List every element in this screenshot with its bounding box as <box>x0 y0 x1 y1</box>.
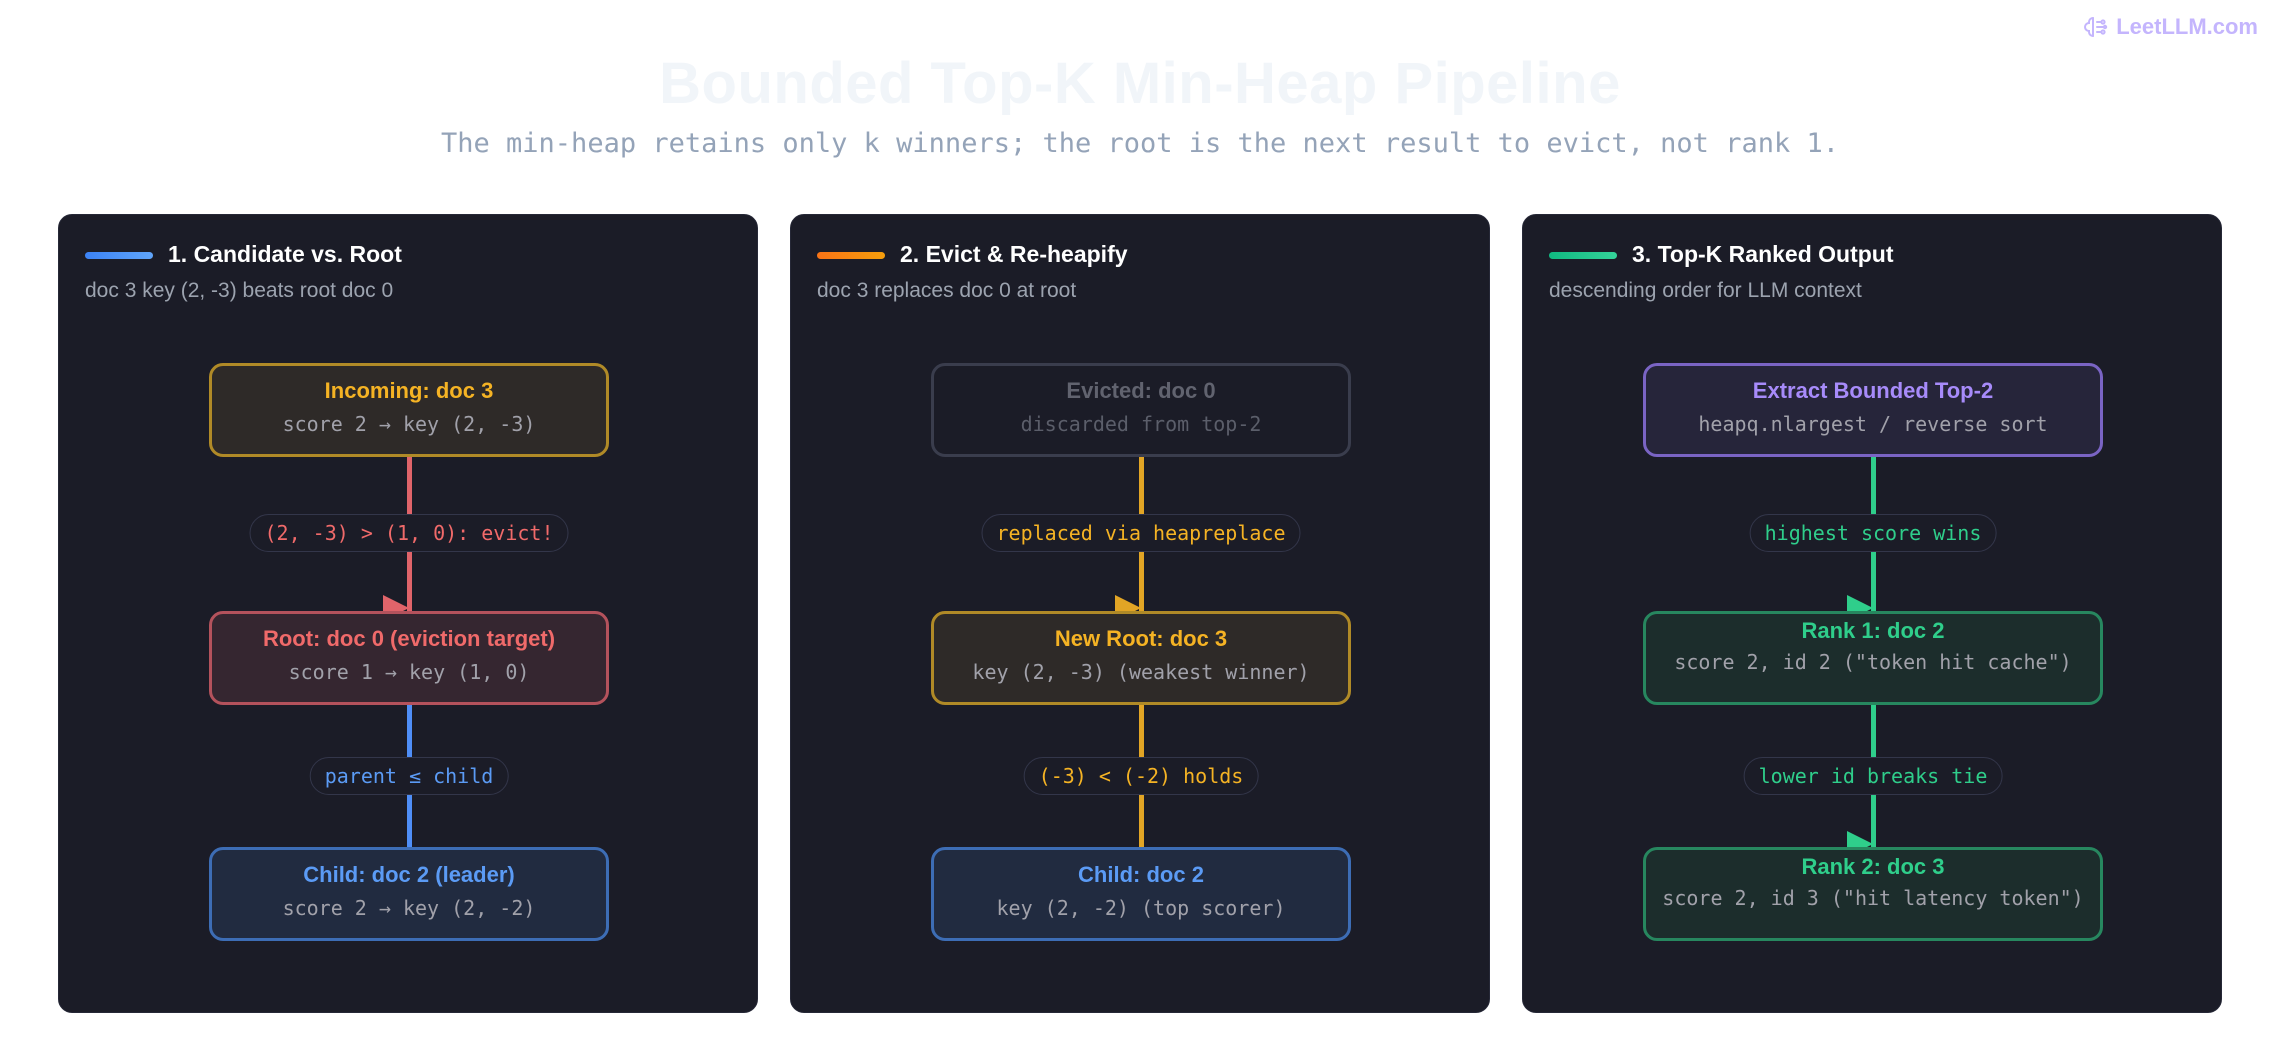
panel-evict-reheapify: 2. Evict & Re-heapify doc 3 replaces doc… <box>790 214 1490 1013</box>
node-subtitle: score 2 → key (2, -3) <box>282 412 536 436</box>
node-title: Evicted: doc 0 <box>1066 378 1216 403</box>
brand-logo[interactable]: LeetLLM.com <box>2084 14 2258 40</box>
new-root-node[interactable]: New Root: doc 3 key (2, -3) (weakest winn… <box>931 611 1351 705</box>
node-title: Child: doc 2 <box>1078 862 1204 887</box>
node-title: Incoming: doc 3 <box>324 378 494 403</box>
rank-2-node[interactable]: Rank 2: doc 3 score 2, id 3 ("hit latency… <box>1643 847 2103 941</box>
node-subtitle: heapq.nlargest / reverse sort <box>1698 412 2048 436</box>
root-node[interactable]: Root: doc 0 (eviction target) score 1 → k… <box>209 611 609 705</box>
extract-node[interactable]: Extract Bounded Top-2 heapq.nlargest / re… <box>1643 363 2103 457</box>
flow-diagram: highest score wins lower id breaks tie Ext… <box>1523 215 2223 1014</box>
brain-circuit-icon <box>2084 17 2108 37</box>
edge-label: (2, -3) > (1, 0): evict! <box>249 514 569 552</box>
page-subtitle: The min-heap retains only k winners; the… <box>441 128 1839 159</box>
node-title: Child: doc 2 (leader) <box>303 862 515 887</box>
panel-candidate-vs-root: 1. Candidate vs. Root doc 3 key (2, -3) … <box>58 214 758 1013</box>
flow-diagram: (2, -3) > (1, 0): evict! parent ≤ child In… <box>59 215 759 1014</box>
node-title: Rank 2: doc 3 <box>1801 854 1945 879</box>
node-subtitle: score 2, id 2 ("token hit cache") <box>1674 650 2072 674</box>
incoming-node[interactable]: Incoming: doc 3 score 2 → key (2, -3) <box>209 363 609 457</box>
node-subtitle: key (2, -2) (top scorer) <box>996 896 1286 920</box>
child-node[interactable]: Child: doc 2 (leader) score 2 → key (2, -… <box>209 847 609 941</box>
edge-label: lower id breaks tie <box>1743 757 2003 795</box>
flow-diagram: replaced via heapreplace (-3) < (-2) hold… <box>791 215 1491 1014</box>
edge-label: highest score wins <box>1749 514 1997 552</box>
node-title: Rank 1: doc 2 <box>1801 618 1945 643</box>
page-title: Bounded Top-K Min-Heap Pipeline <box>659 51 1621 116</box>
evicted-node[interactable]: Evicted: doc 0 discarded from top-2 <box>931 363 1351 457</box>
child-node[interactable]: Child: doc 2 key (2, -2) (top scorer) <box>931 847 1351 941</box>
edge-label: parent ≤ child <box>309 757 509 795</box>
node-subtitle: discarded from top-2 <box>1020 412 1262 436</box>
node-subtitle: score 2, id 3 ("hit latency token") <box>1662 886 2084 910</box>
brand-name: LeetLLM.com <box>2116 14 2258 39</box>
node-title: New Root: doc 3 <box>1054 626 1228 651</box>
node-title: Root: doc 0 (eviction target) <box>262 626 556 651</box>
node-subtitle: key (2, -3) (weakest winner) <box>972 660 1310 684</box>
rank-1-node[interactable]: Rank 1: doc 2 score 2, id 2 ("token hit c… <box>1643 611 2103 705</box>
edge-label: (-3) < (-2) holds <box>1023 757 1259 795</box>
node-subtitle: score 2 → key (2, -2) <box>282 896 536 920</box>
panel-topk-ranked-output: 3. Top-K Ranked Output descending order … <box>1522 214 2222 1013</box>
node-title: Extract Bounded Top-2 <box>1752 378 1994 403</box>
node-subtitle: score 1 → key (1, 0) <box>288 660 530 684</box>
edge-label: replaced via heapreplace <box>981 514 1301 552</box>
